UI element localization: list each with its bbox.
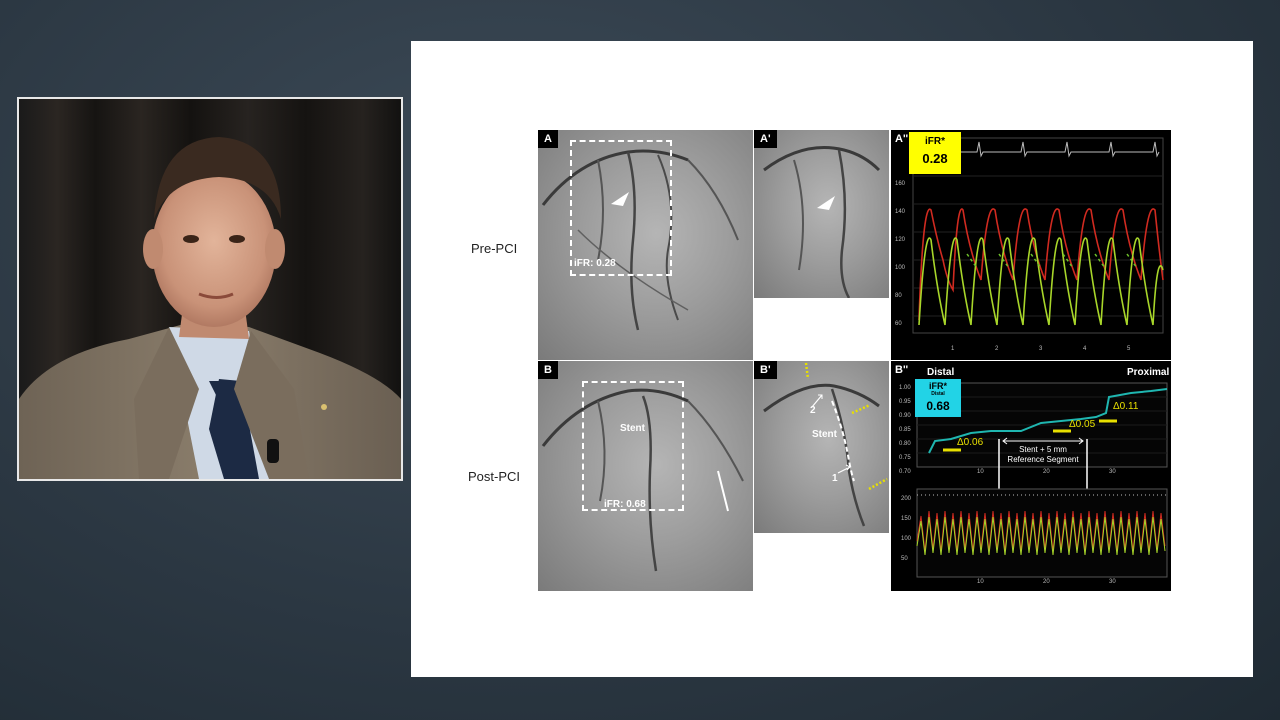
ifr-pullback-post-pci: Distal Proximal Δ0.06 Δ0.05 Δ0.11 Stent … (891, 361, 1171, 591)
y-tick: 200 (901, 496, 912, 502)
segment-annotation: Stent + 5 mm Reference Segment (1003, 445, 1083, 465)
angiogram-post-pci: Stent iFR: 0.68 B (538, 361, 753, 591)
y-tick: 0.75 (899, 455, 911, 461)
y-tick: 160 (895, 181, 906, 187)
x-tick: 30 (1109, 469, 1116, 475)
y-tick: 100 (895, 265, 906, 271)
panel-tag-a-dbl: A'' (895, 133, 909, 145)
presentation-slide: Pre-PCI Post-PCI iFR: 0.28 A A' 160 140 … (411, 41, 1253, 677)
speaker-video-frame (19, 99, 401, 479)
badge-title: iFR* (929, 381, 947, 391)
y-axis-ticks: 1.00 0.95 0.90 0.85 0.80 0.75 0.70 (899, 381, 911, 479)
badge-value: 0.68 (926, 399, 950, 413)
angiogram-pre-pci-zoom: A' (754, 130, 889, 298)
x-tick: 3 (1039, 346, 1043, 352)
distal-label: Distal (927, 367, 955, 378)
y-tick: 0.80 (899, 441, 911, 447)
x-tick: 1 (951, 346, 955, 352)
stent-label: Stent (620, 423, 645, 434)
angiogram-pre-pci: iFR: 0.28 A (538, 130, 753, 360)
lower-y-ticks: 200 150 100 50 (901, 489, 911, 569)
y-tick: 50 (901, 556, 908, 562)
x-tick: 20 (1043, 579, 1050, 585)
region-box (570, 140, 672, 276)
ifr-badge-post: iFR* Distal 0.68 (915, 379, 961, 417)
post-pci-label: Post-PCI (468, 469, 521, 484)
y-tick: 0.90 (899, 413, 911, 419)
delta-label: Δ0.06 (957, 437, 984, 448)
pressure-trace-pre-pci: 160 140 120 100 80 60 1 2 3 4 5 iFR* 0.2… (891, 130, 1171, 360)
badge-subtitle: Distal (931, 391, 945, 397)
y-tick: 150 (901, 516, 912, 522)
stent-label: Stent (812, 429, 837, 440)
panel-tag-a-prime: A' (754, 130, 777, 148)
panel-tag-b-dbl: B'' (895, 364, 909, 376)
y-tick: 0.95 (899, 399, 911, 405)
speaker-video (17, 97, 403, 481)
x-tick: 5 (1127, 346, 1131, 352)
region-box (582, 381, 684, 511)
delta-label: Δ0.05 (1069, 419, 1096, 430)
x-tick: 2 (995, 346, 999, 352)
badge-value: 0.28 (922, 151, 948, 166)
proximal-label: Proximal (1127, 367, 1170, 378)
y-axis-ticks: 160 140 120 100 80 60 (895, 170, 905, 338)
y-tick: 80 (895, 293, 902, 299)
x-tick: 10 (977, 469, 984, 475)
marker-label: 2 (810, 405, 816, 416)
x-tick: 30 (1109, 579, 1116, 585)
segment-label: Reference Segment (1007, 455, 1079, 464)
arrowhead-icon (817, 196, 835, 210)
x-tick: 10 (977, 579, 984, 585)
y-tick: 60 (895, 321, 902, 327)
y-tick: 140 (895, 209, 906, 215)
segment-label: Stent + 5 mm (1019, 445, 1067, 454)
panel-tag-b: B (538, 361, 558, 379)
y-tick: 120 (895, 237, 906, 243)
pre-pci-label: Pre-PCI (471, 241, 518, 256)
badge-title: iFR* (925, 136, 945, 147)
ifr-annotation: iFR: 0.28 (574, 258, 616, 269)
y-tick: 1.00 (899, 385, 911, 391)
vessel-drawing-zoom (763, 146, 881, 298)
x-tick: 20 (1043, 469, 1050, 475)
angiogram-post-pci-zoom: 2 1 Stent B' (754, 361, 889, 533)
y-tick: 100 (901, 536, 912, 542)
vessel-drawing-zoom (763, 362, 888, 527)
marker-label: 1 (832, 473, 838, 484)
panel-tag-b-prime: B' (754, 361, 777, 379)
y-tick: 0.85 (899, 427, 911, 433)
arrowhead-icon (611, 192, 629, 206)
y-tick: 0.70 (899, 469, 911, 475)
ifr-annotation: iFR: 0.68 (604, 499, 646, 510)
x-tick: 4 (1083, 346, 1087, 352)
ifr-badge-pre: iFR* 0.28 (909, 132, 961, 174)
delta-label: Δ0.11 (1113, 401, 1139, 412)
panel-tag-a: A (538, 130, 558, 148)
